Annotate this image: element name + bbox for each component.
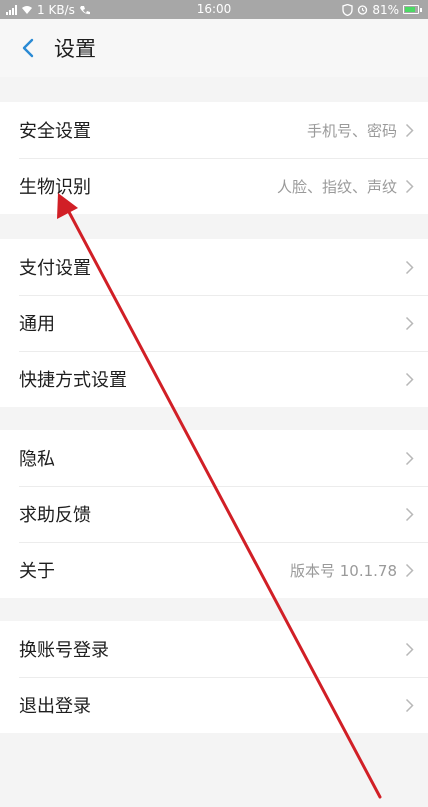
chevron-right-icon (405, 123, 414, 137)
chevron-left-icon (22, 38, 34, 58)
settings-row-feedback[interactable]: 求助反馈 (0, 486, 428, 542)
row-value: 人脸、指纹、声纹 (276, 177, 397, 196)
settings-row-privacy[interactable]: 隐私 (0, 430, 428, 486)
row-label: 关于 (19, 561, 55, 582)
row-label: 退出登录 (19, 696, 91, 717)
row-label: 隐私 (19, 449, 55, 470)
settings-row-payment[interactable]: 支付设置 (0, 239, 428, 295)
row-label: 快捷方式设置 (19, 370, 127, 391)
chevron-right-icon (405, 179, 414, 193)
settings-row-biometric[interactable]: 生物识别 人脸、指纹、声纹 (0, 158, 428, 214)
chevron-right-icon (405, 507, 414, 521)
settings-row-switch-account[interactable]: 换账号登录 (0, 621, 428, 677)
chevron-right-icon (405, 642, 414, 656)
settings-row-shortcuts[interactable]: 快捷方式设置 (0, 351, 428, 407)
back-button[interactable] (6, 19, 50, 77)
settings-group-account: 安全设置 手机号、密码 生物识别 人脸、指纹、声纹 (0, 102, 428, 214)
row-value: 手机号、密码 (306, 121, 397, 140)
row-label: 通用 (19, 314, 55, 335)
row-label: 求助反馈 (19, 505, 91, 526)
settings-row-logout[interactable]: 退出登录 (0, 677, 428, 733)
chevron-right-icon (405, 451, 414, 465)
settings-group-session: 换账号登录 退出登录 (0, 621, 428, 733)
settings-row-general[interactable]: 通用 (0, 295, 428, 351)
chevron-right-icon (405, 260, 414, 274)
settings-group-about: 隐私 求助反馈 关于 版本号 10.1.78 (0, 430, 428, 598)
settings-group-general: 支付设置 通用 快捷方式设置 (0, 239, 428, 407)
row-label: 支付设置 (19, 258, 91, 279)
nav-header: 设置 (0, 19, 428, 77)
chevron-right-icon (405, 698, 414, 712)
status-bar: 1 KB/s 16:00 81% (0, 0, 428, 19)
chevron-right-icon (405, 563, 414, 577)
row-value: 版本号 10.1.78 (289, 561, 397, 580)
row-label: 换账号登录 (19, 640, 109, 661)
settings-row-security[interactable]: 安全设置 手机号、密码 (0, 102, 428, 158)
chevron-right-icon (405, 316, 414, 330)
row-label: 安全设置 (19, 121, 91, 142)
row-label: 生物识别 (19, 177, 91, 198)
chevron-right-icon (405, 372, 414, 386)
clock: 16:00 (196, 2, 232, 16)
settings-row-about[interactable]: 关于 版本号 10.1.78 (0, 542, 428, 598)
page-title: 设置 (54, 37, 96, 61)
